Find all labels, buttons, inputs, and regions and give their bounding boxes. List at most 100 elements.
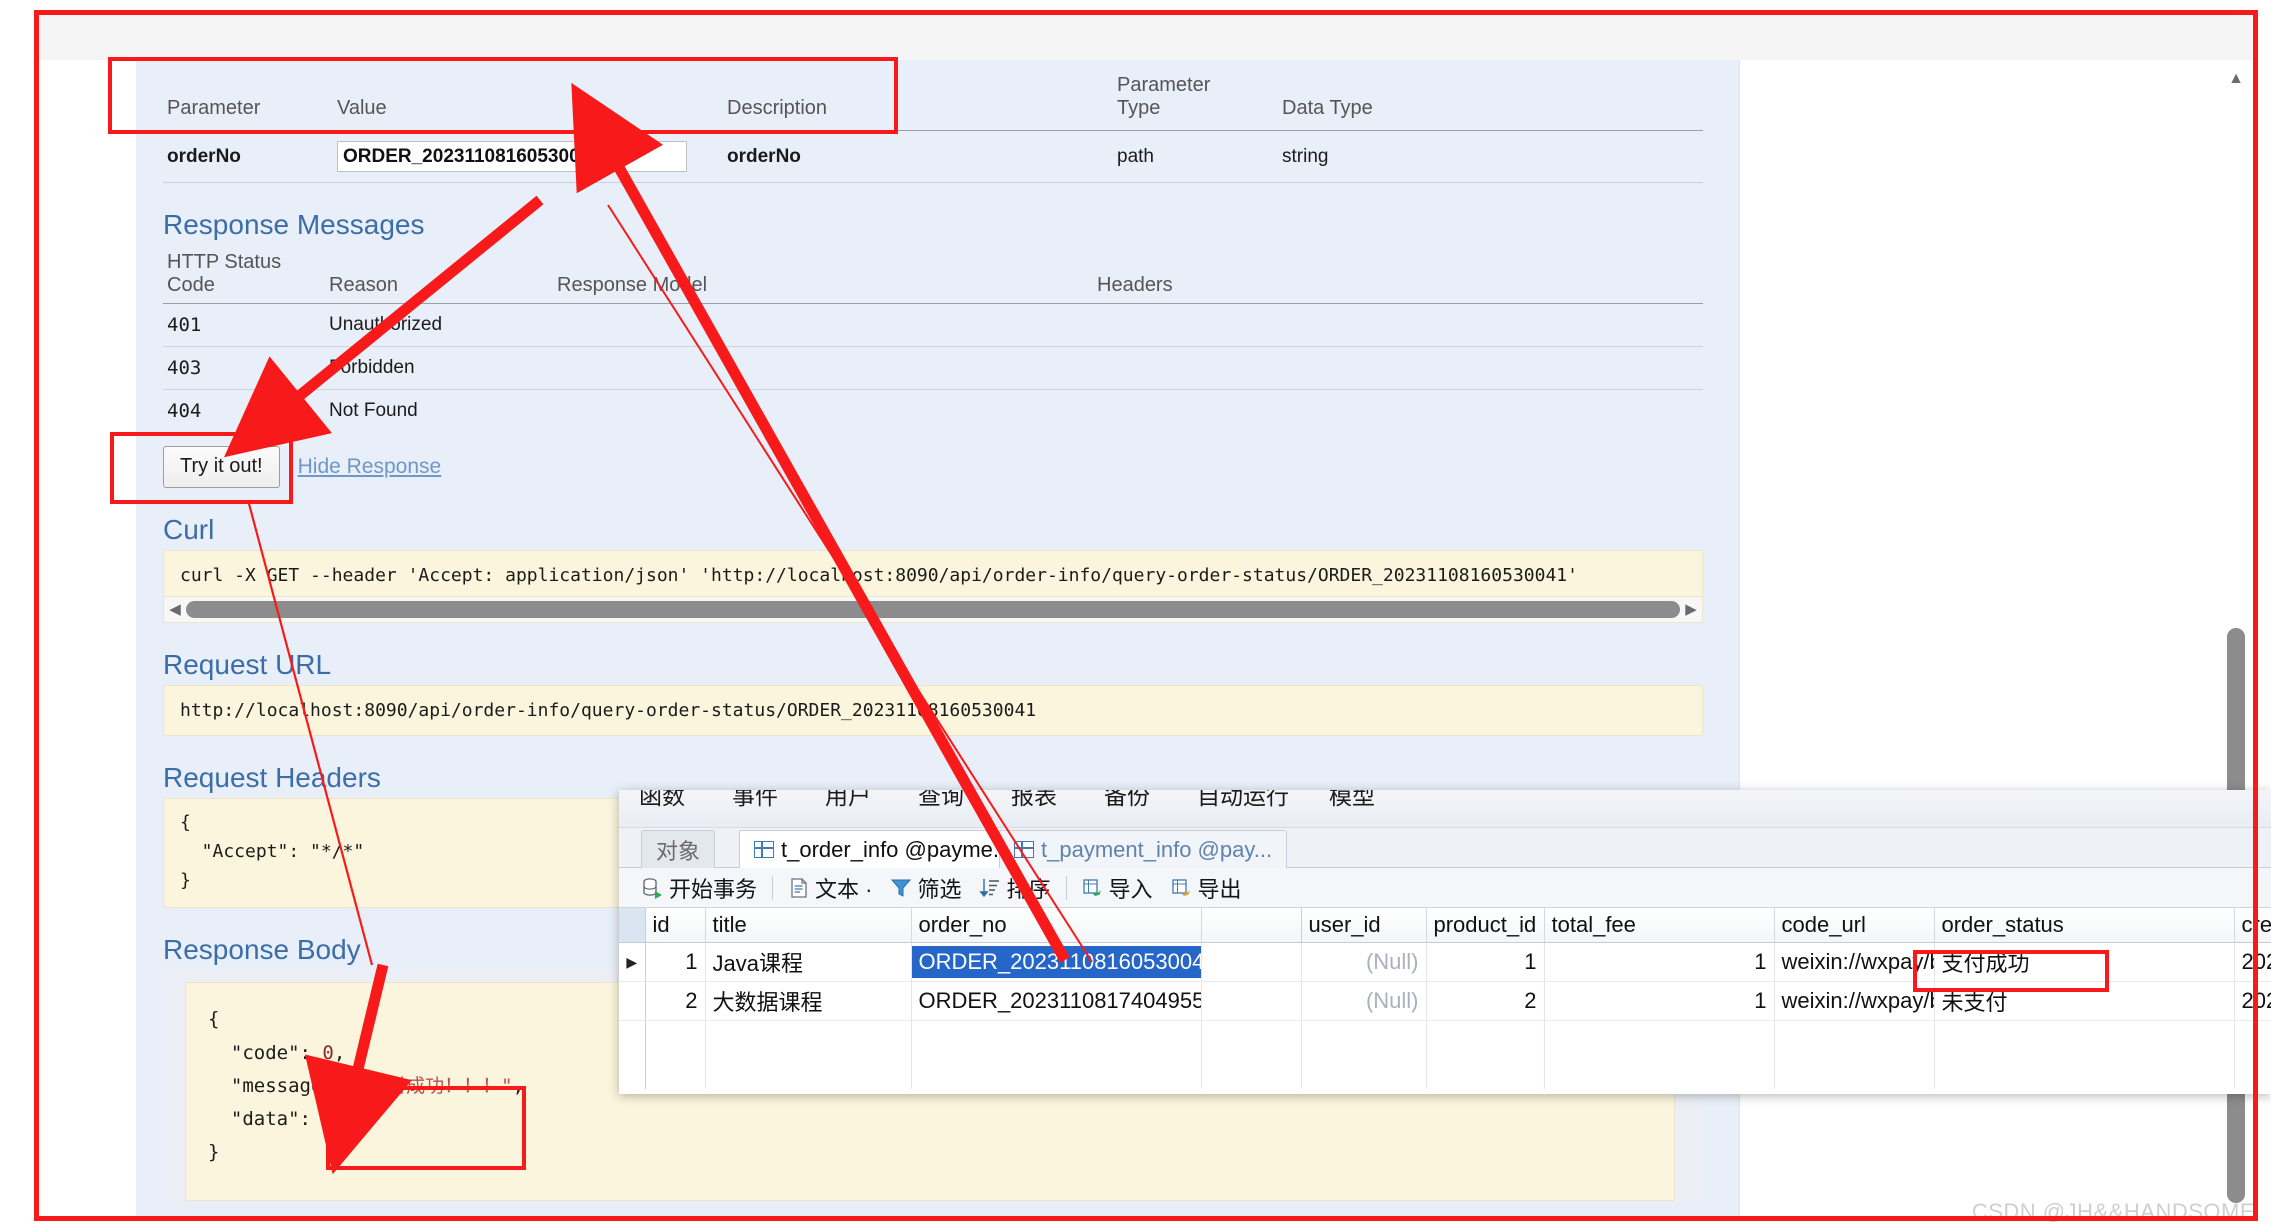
col-description: Description: [723, 68, 1113, 131]
status-headers: [1093, 390, 1703, 433]
cell-order-no-selected[interactable]: ORDER_20231108160530041: [911, 946, 1200, 978]
json-message-value: "支付成功！！！": [356, 1074, 513, 1097]
col-order-status[interactable]: order_status: [1934, 908, 2235, 943]
req-hdr-line-2: "Accept": "*/*": [180, 840, 365, 862]
cell-id[interactable]: 1: [645, 942, 706, 982]
cell-order-no[interactable]: ORDER_20231108174049559: [911, 981, 1202, 1021]
cell-code-url[interactable]: weixin://wxpay/bizpa: [1774, 981, 1935, 1021]
col-total-fee[interactable]: total_fee: [1544, 908, 1775, 943]
col-create-time[interactable]: create_time: [2234, 908, 2271, 943]
cell-title[interactable]: 大数据课程: [705, 981, 912, 1021]
curl-heading: Curl: [163, 514, 215, 545]
col-product-id[interactable]: product_id: [1426, 908, 1545, 943]
empty-cell: [2234, 1020, 2271, 1089]
cell-order-no[interactable]: ORDER_20231108160530041: [911, 942, 1202, 982]
curl-horizontal-scrollbar[interactable]: ◀ ▶: [163, 597, 1703, 623]
cell-order-status[interactable]: 未支付: [1934, 981, 2235, 1021]
parameters-table: Parameter Value Description Parameter Ty…: [163, 68, 1703, 183]
scrollbar-thumb[interactable]: [186, 601, 1680, 618]
menu-item-model[interactable]: 模型: [1329, 790, 1375, 811]
row-marker: ▶: [619, 942, 646, 982]
cell-code-url[interactable]: weixin://wxpay/bizpa: [1774, 942, 1935, 982]
cell-order-status[interactable]: 支付成功: [1934, 942, 2235, 982]
sort-icon: [979, 878, 1000, 897]
col-data-type: Data Type: [1278, 68, 1703, 131]
status-reason: Forbidden: [325, 346, 553, 390]
col-user-id[interactable]: user_id: [1301, 908, 1427, 943]
response-messages-row: 404 Not Found: [163, 390, 1703, 433]
text-view-label: 文本 ·: [815, 876, 873, 902]
scroll-left-arrow-icon[interactable]: ◀: [168, 601, 182, 618]
cell-create-time[interactable]: 2023-11-08 17: [2234, 981, 2271, 1021]
tab-t-payment-info[interactable]: t_payment_info @pay...: [999, 830, 1288, 868]
menu-item-query[interactable]: 查询: [918, 790, 964, 811]
json-data-line: "data": {}: [208, 1108, 346, 1131]
navicat-window: 函数 事件 用户 查询 报表 备份 自动运行 模型 对象 t_order_inf…: [619, 790, 2271, 1094]
tab-t-order-info-label: t_order_info @payme...: [781, 836, 1012, 862]
cell-user-id[interactable]: (Null): [1301, 942, 1427, 982]
param-name: orderNo: [163, 130, 333, 183]
cell-total-fee[interactable]: 1: [1544, 942, 1775, 982]
tab-objects[interactable]: 对象: [641, 830, 716, 868]
toolbar-separator: [1065, 875, 1067, 900]
tab-t-order-info[interactable]: t_order_info @payme...: [739, 830, 1027, 868]
table-row[interactable]: ▶ 1 Java课程 ORDER_20231108160530041 (Null…: [619, 942, 2271, 982]
csdn-watermark: CSDN @JH&&HANDSOME: [1971, 1199, 2255, 1224]
empty-cell: [1201, 1020, 1302, 1089]
col-id[interactable]: id: [645, 908, 706, 943]
json-message-comma: ,: [512, 1074, 525, 1097]
cell-title[interactable]: Java课程: [705, 942, 912, 982]
param-description: orderNo: [723, 130, 1113, 183]
col-parameter-type: Parameter Type: [1113, 68, 1278, 131]
screenshot-root: Parameter Value Description Parameter Ty…: [0, 0, 2271, 1231]
cell-product-id[interactable]: 2: [1426, 981, 1545, 1021]
col-code-url[interactable]: code_url: [1774, 908, 1935, 943]
col-response-model: Response Model: [553, 245, 1093, 304]
begin-transaction-button[interactable]: 开始事务: [633, 872, 766, 904]
page-left-gutter: [39, 60, 136, 1216]
begin-transaction-label: 开始事务: [669, 876, 758, 902]
cell-create-time[interactable]: 2023-11-08 16: [2234, 942, 2271, 982]
menu-item-users[interactable]: 用户: [825, 790, 871, 811]
browser-top-strip: [39, 15, 2253, 60]
menu-item-functions[interactable]: 函数: [639, 790, 685, 811]
status-model: [553, 346, 1093, 390]
cell-spacer: [1201, 942, 1302, 982]
filter-icon: [891, 879, 912, 897]
menu-item-backup[interactable]: 备份: [1104, 790, 1150, 811]
empty-cell: [1774, 1020, 1935, 1089]
col-title[interactable]: title: [705, 908, 912, 943]
menu-item-automation[interactable]: 自动运行: [1197, 790, 1289, 811]
status-headers: [1093, 303, 1703, 347]
cell-total-fee[interactable]: 1: [1544, 981, 1775, 1021]
sort-button[interactable]: 排序: [970, 872, 1059, 904]
order-no-input[interactable]: [337, 141, 687, 172]
response-messages-heading: Response Messages: [163, 209, 425, 240]
json-code-key: "code":: [208, 1041, 323, 1064]
export-icon: [1171, 878, 1190, 896]
cell-id[interactable]: 2: [645, 981, 706, 1021]
export-button[interactable]: 导出: [1162, 872, 1251, 904]
json-code-value: 0: [322, 1041, 334, 1064]
menu-item-reports[interactable]: 报表: [1011, 790, 1057, 811]
table-row[interactable]: 2 大数据课程 ORDER_20231108174049559 (Null) 2…: [619, 981, 2271, 1021]
req-hdr-line-3: }: [180, 869, 191, 891]
col-order-no[interactable]: order_no: [911, 908, 1202, 943]
hide-response-link[interactable]: Hide Response: [298, 455, 442, 479]
navicat-data-grid[interactable]: id title order_no user_id product_id tot…: [619, 908, 2271, 1092]
empty-cell: [1301, 1020, 1427, 1089]
try-it-out-button[interactable]: Try it out!: [163, 446, 280, 488]
scroll-right-arrow-icon[interactable]: ▶: [1684, 601, 1698, 618]
text-view-button[interactable]: 文本 ·: [779, 872, 881, 904]
request-url-value: http://localhost:8090/api/order-info/que…: [163, 685, 1703, 736]
scroll-up-arrow-icon[interactable]: ▲: [2225, 68, 2247, 90]
cell-user-id[interactable]: (Null): [1301, 981, 1427, 1021]
menu-item-events[interactable]: 事件: [732, 790, 778, 811]
json-open-brace: {: [208, 1008, 220, 1031]
filter-button[interactable]: 筛选: [881, 872, 970, 904]
cell-product-id[interactable]: 1: [1426, 942, 1545, 982]
empty-cell: [911, 1020, 1202, 1089]
grid-empty-area[interactable]: [619, 1020, 2271, 1089]
import-button[interactable]: 导入: [1073, 872, 1162, 904]
parameters-table-row: orderNo orderNo path string: [163, 130, 1703, 183]
